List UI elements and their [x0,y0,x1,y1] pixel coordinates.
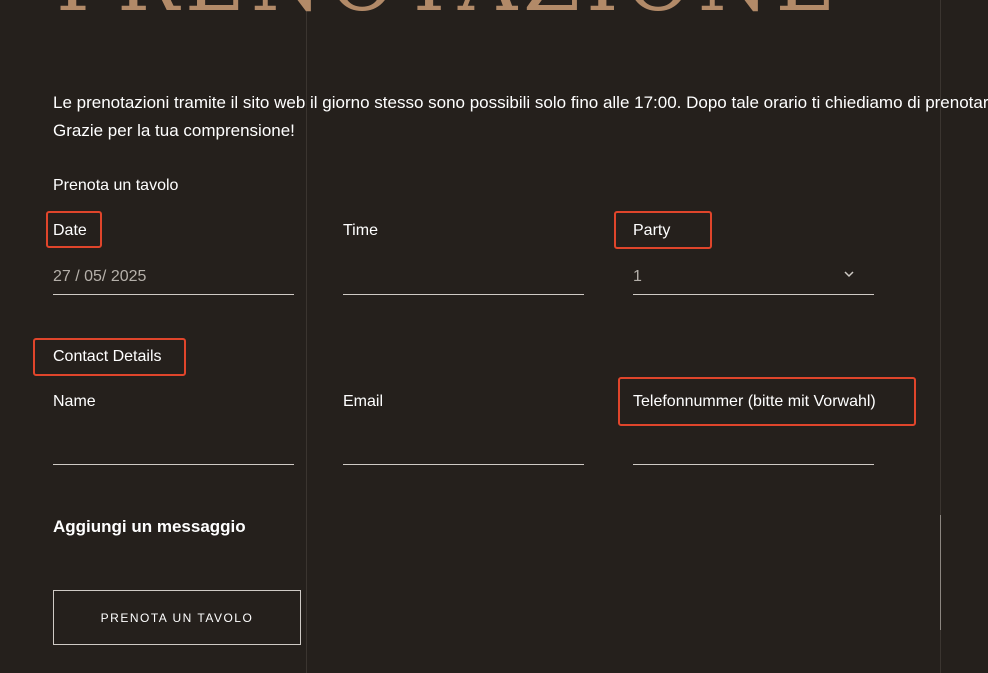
date-input[interactable] [53,259,294,294]
intro-line-2: Grazie per la tua comprensione! [53,121,295,140]
add-message-link[interactable]: Aggiungi un messaggio [53,517,246,537]
time-field[interactable] [343,259,584,295]
chevron-down-icon[interactable] [842,267,856,281]
date-label: Date [53,222,87,239]
phone-input[interactable] [633,429,874,464]
scroll-indicator [940,515,941,630]
name-label: Name [53,393,96,410]
name-input[interactable] [53,429,294,464]
name-field[interactable] [53,429,294,465]
time-label: Time [343,222,378,239]
party-selected-value[interactable]: 1 [633,259,874,294]
phone-field[interactable] [633,429,874,465]
phone-label: Telefonnummer (bitte mit Vorwahl) [633,393,876,410]
reservation-section-title: Prenota un tavolo [53,177,179,194]
contact-section-title: Contact Details [53,348,162,365]
email-label: Email [343,393,384,410]
date-field[interactable] [53,259,294,295]
email-input[interactable] [343,429,584,464]
intro-line-1: Le prenotazioni tramite il sito web il g… [53,93,988,112]
email-field[interactable] [343,429,584,465]
time-input[interactable] [343,259,584,294]
page-title: PRENOTAZIONE [56,0,841,24]
party-label: Party [633,222,671,239]
party-select[interactable]: 1 [633,259,874,295]
intro-text: Le prenotazioni tramite il sito web il g… [53,89,988,145]
reserve-table-button[interactable]: PRENOTA UN TAVOLO [53,590,301,645]
